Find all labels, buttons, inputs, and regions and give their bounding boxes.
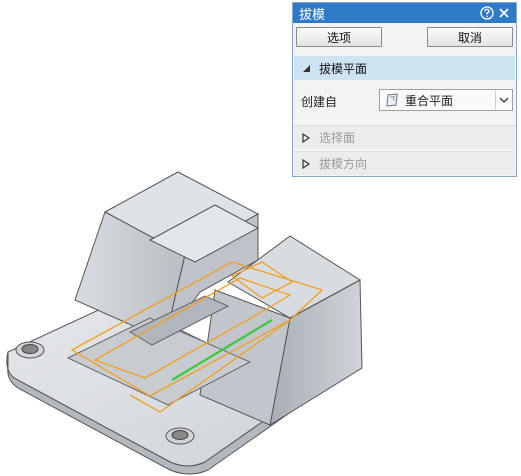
group-draft-plane[interactable]: 拔模平面 xyxy=(294,56,515,80)
group-draft-direction[interactable]: 拔模方向 xyxy=(294,151,515,175)
expand-triangle-icon xyxy=(302,132,312,143)
dialog-titlebar[interactable]: 拔模 xyxy=(293,3,516,23)
hole-left xyxy=(15,341,45,359)
options-button[interactable]: 选项 xyxy=(296,27,382,47)
create-from-value: 重合平面 xyxy=(405,93,454,108)
create-from-select[interactable]: 重合平面 xyxy=(379,89,513,111)
collapse-triangle-icon xyxy=(302,64,312,73)
help-icon[interactable] xyxy=(479,5,495,21)
chevron-down-icon[interactable] xyxy=(495,90,512,110)
close-icon[interactable] xyxy=(496,5,512,21)
hole-right xyxy=(165,427,195,445)
group-draft-direction-label: 拔模方向 xyxy=(319,157,368,171)
cancel-button[interactable]: 取消 xyxy=(427,27,513,47)
group-select-face[interactable]: 选择面 xyxy=(294,125,515,149)
create-from-row: 创建自 重合平面 xyxy=(301,89,513,111)
dialog-title: 拔模 xyxy=(299,7,326,23)
create-from-label: 创建自 xyxy=(301,95,338,109)
expand-triangle-icon xyxy=(302,158,312,169)
group-draft-plane-label: 拔模平面 xyxy=(319,61,368,76)
draft-dialog[interactable]: 拔模 选项 取消 拔模平面 创建自 重合平面 选择面 拔模方向 xyxy=(292,2,517,177)
part-model[interactable] xyxy=(6,171,363,475)
plane-icon xyxy=(385,93,399,107)
group-select-face-label: 选择面 xyxy=(319,131,356,145)
